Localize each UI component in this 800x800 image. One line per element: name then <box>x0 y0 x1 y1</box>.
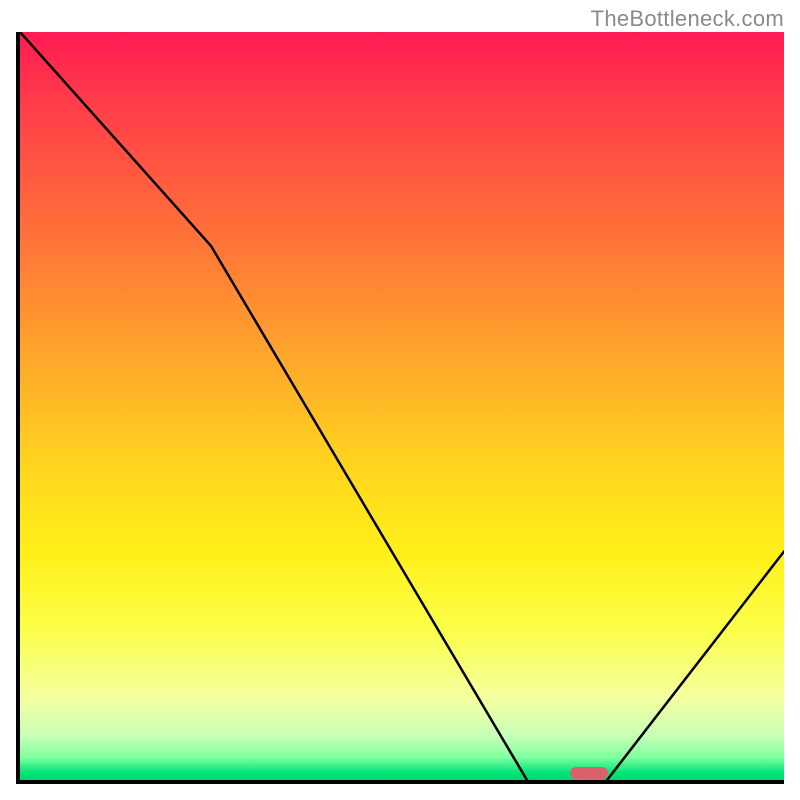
bottleneck-curve-path <box>20 32 784 784</box>
watermark-label: TheBottleneck.com <box>591 6 784 32</box>
optimum-marker <box>570 767 608 779</box>
bottleneck-chart: TheBottleneck.com <box>0 0 800 800</box>
curve-svg <box>20 32 784 784</box>
plot-area <box>16 32 784 784</box>
